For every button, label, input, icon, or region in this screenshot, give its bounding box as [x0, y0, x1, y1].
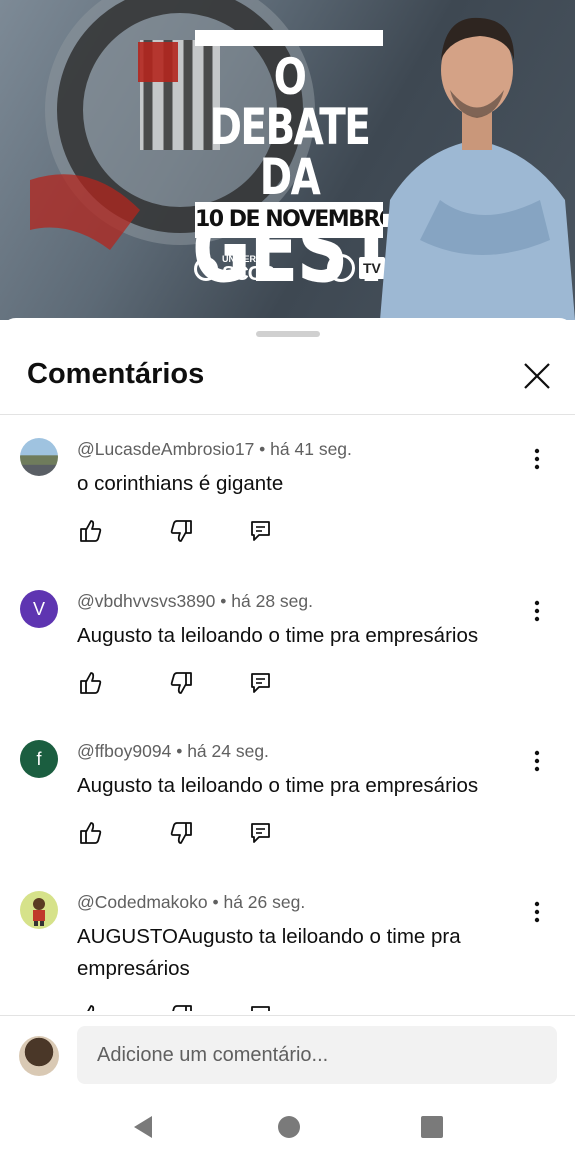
- reply-button[interactable]: [248, 518, 274, 544]
- comment-text: Augusto ta leiloando o time pra empresár…: [77, 624, 479, 647]
- comment-item: @Codedmakoko • há 26 seg. AUGUSTOAugusto…: [0, 879, 575, 1011]
- comment-item: f @ffboy9094 • há 24 seg. Augusto ta lei…: [0, 728, 575, 878]
- comment-meta: @ffboy9094 • há 24 seg.: [77, 741, 269, 761]
- avatar-character-image: [33, 898, 45, 926]
- dislike-button[interactable]: [168, 1003, 194, 1011]
- comment-author[interactable]: @vbdhvvsvs3890: [77, 591, 215, 611]
- brand-tv: TV: [327, 254, 385, 282]
- avatar[interactable]: f: [20, 740, 58, 778]
- nav-recents-button[interactable]: [419, 1114, 445, 1145]
- nav-home-icon: [278, 1116, 300, 1138]
- nav-home-button[interactable]: [276, 1114, 302, 1145]
- dislike-button[interactable]: [168, 670, 194, 696]
- reply-button[interactable]: [248, 820, 274, 846]
- comment-text: Augusto ta leiloando o time pra empresár…: [77, 774, 479, 797]
- avatar[interactable]: [20, 891, 58, 929]
- comment-item: @LucasdeAmbrosio17 • há 41 seg. o corint…: [0, 426, 575, 576]
- comments-sheet: Comentários @LucasdeAmbrosio17 • há 41 s…: [0, 318, 575, 1163]
- close-button[interactable]: [517, 356, 557, 396]
- comment-text: o corinthians é gigante: [77, 472, 284, 495]
- reply-button[interactable]: [248, 1003, 274, 1011]
- comment-time: há 26 seg.: [223, 892, 306, 912]
- like-button[interactable]: [78, 670, 104, 696]
- headline-line-1: O DEBATE DA: [209, 48, 371, 206]
- more-vert-icon: [534, 448, 540, 470]
- banner-top-bar: [195, 30, 383, 46]
- reply-icon: [251, 1006, 270, 1011]
- more-button[interactable]: [527, 899, 547, 925]
- dislike-button[interactable]: [168, 820, 194, 846]
- thumbs-up-icon: [80, 672, 102, 694]
- nav-back-button[interactable]: [130, 1114, 156, 1145]
- brand-universo-sccp: UNIVERSO SCCP: [194, 254, 275, 285]
- like-button[interactable]: [78, 1003, 104, 1011]
- comment-author[interactable]: @ffboy9094: [77, 741, 171, 761]
- avatar[interactable]: [20, 438, 58, 476]
- thumbs-down-icon: [170, 672, 192, 694]
- sccp-logo-icon: [194, 257, 218, 281]
- thumbs-up-icon: [87, 1005, 95, 1011]
- nav-back-icon: [134, 1116, 152, 1138]
- reply-button[interactable]: [248, 670, 274, 696]
- video-player[interactable]: O DEBATE DA GESTÃO 10 DE NOVEMBRO - 11H3…: [0, 0, 575, 320]
- drag-handle[interactable]: [256, 331, 320, 337]
- comment-time: há 28 seg.: [231, 591, 313, 611]
- corinthians-logo-icon: [327, 254, 355, 282]
- reply-icon: [251, 673, 270, 693]
- comment-time: há 41 seg.: [270, 439, 352, 459]
- comment-author[interactable]: @LucasdeAmbrosio17: [77, 439, 254, 459]
- reply-icon: [251, 823, 270, 843]
- dislike-button[interactable]: [168, 518, 194, 544]
- add-comment-input[interactable]: Adicione um comentário...: [77, 1026, 557, 1084]
- comment-item: V @vbdhvvsvs3890 • há 28 seg. Augusto ta…: [0, 578, 575, 728]
- comment-meta: @Codedmakoko • há 26 seg.: [77, 892, 306, 912]
- brand-big-label: SCCP: [222, 262, 275, 285]
- thumbs-down-icon: [170, 520, 192, 542]
- avatar[interactable]: V: [20, 590, 58, 628]
- current-user-avatar: [19, 1036, 59, 1076]
- video-date: 10 DE NOVEMBRO - 11H30: [195, 202, 383, 238]
- comment-time: há 24 seg.: [187, 741, 269, 761]
- reply-icon: [251, 521, 270, 541]
- more-vert-icon: [534, 750, 540, 772]
- close-icon: [524, 363, 550, 389]
- nav-recents-icon: [421, 1116, 443, 1138]
- comment-meta: @LucasdeAmbrosio17 • há 41 seg.: [77, 439, 352, 459]
- comment-meta: @vbdhvvsvs3890 • há 28 seg.: [77, 591, 313, 611]
- more-vert-icon: [534, 600, 540, 622]
- comment-text: AUGUSTOAugusto ta leiloando o time pra e…: [77, 925, 461, 980]
- avatar-letter: f: [36, 748, 42, 769]
- screen: O DEBATE DA GESTÃO 10 DE NOVEMBRO - 11H3…: [0, 0, 575, 1163]
- more-button[interactable]: [527, 446, 547, 472]
- footer-divider: [0, 1015, 575, 1016]
- like-button[interactable]: [78, 820, 104, 846]
- thumbs-up-icon: [80, 822, 102, 844]
- more-button[interactable]: [527, 598, 547, 624]
- thumbs-down-icon: [172, 1005, 192, 1011]
- thumbs-up-icon: [80, 520, 102, 542]
- system-nav-bar: [0, 1090, 575, 1163]
- like-button[interactable]: [78, 518, 104, 544]
- header-divider: [0, 414, 575, 415]
- avatar-letter: V: [32, 598, 45, 619]
- sheet-title: Comentários: [27, 358, 205, 390]
- comment-author[interactable]: @Codedmakoko: [77, 892, 208, 912]
- presenter-image: [380, 17, 575, 320]
- thumbs-down-icon: [170, 822, 192, 844]
- more-vert-icon: [534, 901, 540, 923]
- more-button[interactable]: [527, 748, 547, 774]
- comment-list: @LucasdeAmbrosio17 • há 41 seg. o corint…: [0, 426, 575, 1011]
